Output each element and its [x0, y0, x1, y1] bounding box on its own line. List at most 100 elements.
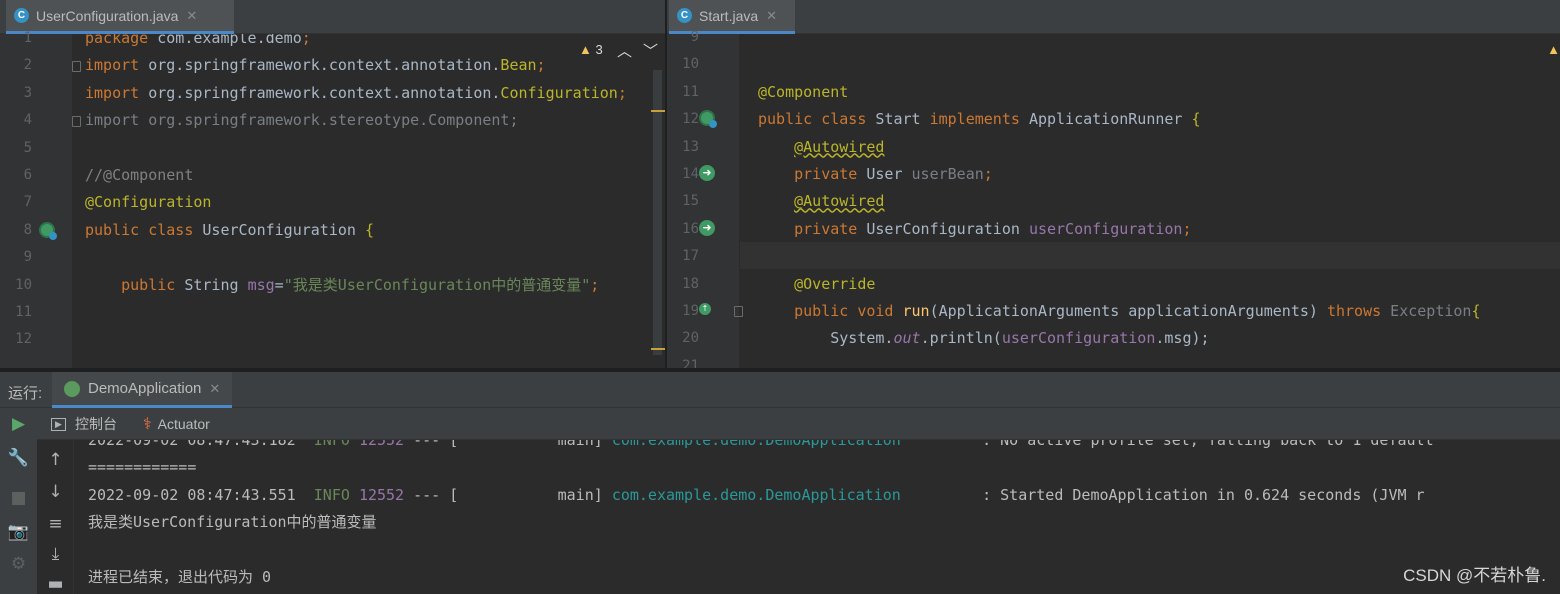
console-line: 我是类UserConfiguration中的普通变量 — [88, 513, 377, 531]
code-line: public class UserConfiguration { — [85, 217, 374, 244]
code-token: @Configuration — [85, 193, 212, 212]
camera-icon[interactable]: 📷 — [0, 522, 37, 542]
line-number: 19 — [682, 303, 699, 319]
warning-marker — [651, 110, 665, 112]
scroll-to-end-icon[interactable]: ⤓ — [37, 544, 74, 564]
close-icon[interactable]: ✕ — [209, 381, 220, 397]
left-editor-tabbar: C UserConfiguration.java ✕ — [0, 0, 665, 34]
code-token: userBean — [911, 165, 984, 183]
wrench-icon[interactable]: 🔧 — [0, 448, 37, 468]
line-number: 10 — [682, 56, 699, 73]
code-line: @Configuration — [85, 189, 211, 216]
code-token: @Override — [758, 274, 876, 293]
code-token: Configuration — [500, 83, 618, 102]
console-output[interactable]: 2022-09-02 08:47:43.182 INFO 12552 --- [… — [74, 440, 1560, 594]
code-token: private — [758, 165, 867, 183]
code-token: ; — [301, 34, 311, 47]
code-token: { — [1191, 110, 1201, 129]
line-number: 10 — [15, 276, 32, 293]
autowired-navigate-icon[interactable]: ➜ — [699, 165, 715, 181]
code-line: private User userBean; — [758, 161, 993, 188]
line-number: 18 — [682, 275, 699, 292]
tab-demoapplication[interactable]: DemoApplication ✕ — [52, 372, 233, 408]
tab-label: Start.java — [699, 7, 759, 24]
code-token: //@Component — [85, 166, 194, 184]
code-line: public String msg="我是类UserConfiguration中… — [85, 272, 599, 299]
code-token: ; — [617, 83, 627, 102]
java-class-icon: C — [677, 8, 692, 23]
arrow-down-icon[interactable]: ↓ — [37, 482, 74, 502]
fold-icon[interactable] — [72, 61, 81, 72]
play-icon[interactable]: ▶ — [0, 414, 37, 434]
fold-icon[interactable] — [72, 116, 81, 127]
code-token: UserConfiguration — [866, 219, 1029, 238]
line-number: 6 — [23, 167, 32, 183]
code-token: com.example.demo — [157, 34, 302, 47]
code-token: ; — [983, 165, 993, 183]
line-number: 9 — [690, 29, 699, 45]
warning-marker — [651, 348, 665, 350]
console-toolbar: ↑ ↓ ≡ ⤓ ▬ — [37, 440, 74, 594]
line-number: 7 — [23, 194, 32, 211]
spring-bean-icon[interactable] — [39, 222, 57, 240]
warning-icon[interactable]: ▲ — [1547, 42, 1560, 57]
line-number: 1 — [23, 30, 32, 46]
left-code-area[interactable]: package com.example.demo; import org.spri… — [73, 34, 665, 368]
run-toolwindow-header: 运行: DemoApplication ✕ — [0, 372, 1560, 408]
close-icon[interactable]: ✕ — [766, 8, 777, 24]
console-icon: ▶ — [51, 417, 66, 431]
autowired-navigate-icon[interactable]: ➜ — [699, 220, 715, 236]
run-left-toolbar: ▶ 🔧 ■ 📷 ⚙ — [0, 408, 37, 594]
soft-wrap-icon[interactable]: ≡ — [37, 514, 74, 534]
spring-bean-icon[interactable] — [699, 110, 717, 128]
watermark: CSDN @不若朴鲁. — [1403, 566, 1546, 585]
tab-userconfiguration-java[interactable]: C UserConfiguration.java ✕ — [6, 0, 234, 34]
run-tab-label: DemoApplication — [88, 380, 202, 397]
code-token: { — [364, 220, 374, 239]
code-line: import org.springframework.stereotype.Co… — [85, 107, 518, 134]
console-line: 2022-09-02 08:47:43.551 INFO 12552 --- [… — [88, 486, 1425, 504]
code-line: public void run(ApplicationArguments app… — [758, 298, 1480, 325]
line-number: 5 — [23, 139, 32, 156]
code-line: import org.springframework.context.annot… — [85, 80, 627, 107]
java-class-icon: C — [14, 8, 29, 23]
line-number: 21 — [682, 357, 699, 368]
code-line: public class Start implements Applicatio… — [758, 106, 1201, 133]
console-tab-label: 控制台 — [75, 416, 117, 432]
print-icon[interactable]: ▬ — [37, 574, 74, 594]
line-number: 11 — [682, 83, 699, 100]
right-code-area[interactable]: @Component public class Start implements … — [746, 34, 1560, 368]
line-number: 11 — [15, 304, 32, 320]
code-token: org.springframework.context.annotation. — [148, 83, 501, 102]
right-editor-pane: C Start.java ✕ 9 10 11 12 13 14 15 16 17 18 19 20 21… — [667, 0, 1560, 368]
code-token: class — [821, 110, 876, 129]
line-number: 4 — [23, 112, 32, 129]
line-number: 2 — [23, 57, 32, 74]
tab-actuator[interactable]: ⚕ Actuator — [143, 408, 210, 440]
code-token: @Component — [758, 82, 849, 101]
code-token: private — [758, 219, 867, 238]
code-token: ; — [1182, 219, 1192, 238]
right-editor-tabbar: C Start.java ✕ — [667, 0, 1560, 34]
stop-icon[interactable]: ■ — [0, 488, 37, 508]
scrollbar[interactable] — [653, 70, 662, 355]
gear-icon[interactable]: ⚙ — [0, 554, 37, 574]
code-token: import — [85, 83, 149, 102]
override-icon[interactable]: ↑ — [699, 303, 711, 315]
tab-console[interactable]: ▶ 控制台 — [51, 408, 117, 440]
code-token: Exception — [1390, 302, 1472, 320]
arrow-up-icon[interactable]: ↑ — [37, 450, 74, 470]
code-token: userConfiguration — [1028, 219, 1183, 238]
line-number: 12 — [682, 111, 699, 128]
close-icon[interactable]: ✕ — [186, 8, 197, 24]
code-token: Start — [875, 110, 930, 129]
code-token: userConfiguration — [1001, 329, 1156, 348]
line-number: 13 — [682, 138, 699, 155]
code-token: implements — [929, 110, 1029, 129]
code-line: //@Component — [85, 162, 193, 189]
line-number: 14 — [682, 166, 699, 182]
code-line: import org.springframework.context.annot… — [85, 52, 546, 79]
fold-icon[interactable] — [734, 306, 743, 317]
line-number: 20 — [682, 330, 699, 347]
